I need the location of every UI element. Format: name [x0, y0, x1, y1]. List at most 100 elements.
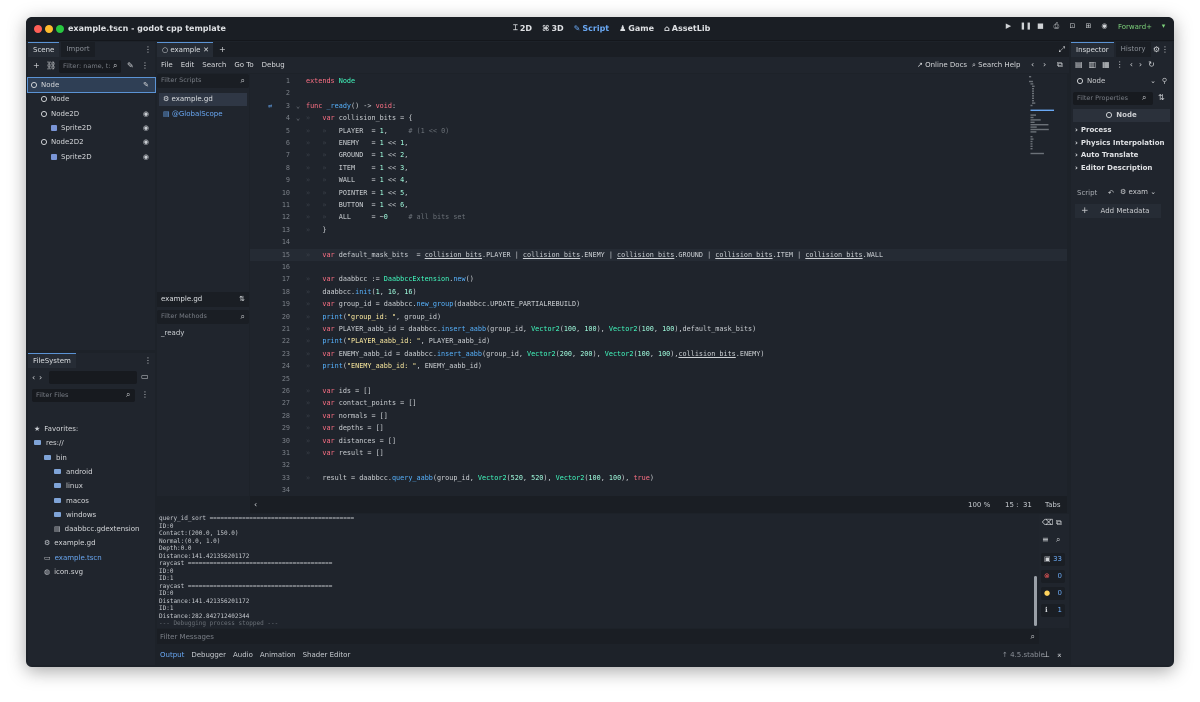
sort-icon[interactable]: ⇅ [239, 292, 245, 307]
path-field[interactable] [49, 371, 137, 384]
inspector-section[interactable]: › Editor Description [1075, 164, 1152, 172]
close-window-button[interactable] [34, 25, 42, 33]
info-count-badge[interactable]: ℹ1 [1041, 604, 1065, 617]
code-line[interactable]: 25 [250, 373, 1067, 385]
copy-icon[interactable]: ⧉ [1056, 518, 1062, 528]
tab-inspector[interactable]: Inspector [1071, 42, 1114, 57]
tab-audio[interactable]: Audio [233, 651, 253, 659]
play-custom-scene-icon[interactable]: ⊞ [1084, 22, 1093, 31]
scene-tree-item[interactable]: Node ✎ [27, 77, 156, 93]
pin-icon[interactable]: ⊥ [1043, 650, 1050, 659]
distraction-free-icon[interactable]: ⤢ [1059, 45, 1065, 55]
link-icon[interactable]: ⛓ [46, 61, 56, 70]
code-line[interactable]: 31 » var result = [] [250, 447, 1067, 459]
menu-go-to[interactable]: Go To [234, 61, 253, 69]
code-editor[interactable]: 1 extends Node 2 3 ⇄ ⌄ func _ready() -> void: 4… [250, 74, 1067, 496]
property-tools-icon[interactable]: ⇅ [1158, 93, 1165, 102]
stop-icon[interactable]: ■ [1036, 22, 1045, 31]
prev-script-icon[interactable]: ‹ [1031, 60, 1034, 69]
code-minimap[interactable] [1029, 76, 1059, 236]
code-line[interactable]: 16 [250, 261, 1067, 273]
scene-tree-item[interactable]: Sprite2D ◉ [28, 121, 155, 135]
code-line[interactable]: 17 » var daabbcc := DaabbccExtension.new(… [250, 273, 1067, 285]
code-line[interactable]: 21 » var PLAYER_aabb_id = daabbcc.insert_… [250, 323, 1067, 335]
file-tree-item[interactable]: res:// [28, 436, 155, 450]
tab-import[interactable]: Import [61, 42, 95, 57]
filter-scripts-input[interactable]: Filter Scripts [157, 74, 249, 88]
script-item-globalscope[interactable]: ▤ @GlobalScope [159, 108, 247, 121]
nav-forward-icon[interactable]: › [39, 373, 42, 382]
fold-arrow-icon[interactable]: ⌄ [296, 100, 300, 112]
node-options-icon[interactable]: ⚲ [1162, 75, 1167, 88]
menu-file[interactable]: File [161, 61, 173, 69]
visibility-eye-icon[interactable]: ◉ [143, 135, 149, 149]
play-scene-icon[interactable]: ⊡ [1068, 22, 1077, 31]
close-icon[interactable]: ✕ [203, 43, 209, 58]
file-tree-item[interactable]: linux [28, 479, 155, 493]
scene-tree-item[interactable]: Node [28, 92, 155, 106]
code-line[interactable]: 19 » var group_id = daabbcc.new_group(daa… [250, 298, 1067, 310]
file-tree-item[interactable]: macos [28, 494, 155, 508]
menu-search[interactable]: Search [202, 61, 226, 69]
code-line[interactable]: 33 » result = daabbcc.query_aabb(group_id… [250, 472, 1067, 484]
code-line[interactable]: 30 » var distances = [] [250, 435, 1067, 447]
minimize-window-button[interactable] [45, 25, 53, 33]
visibility-eye-icon[interactable]: ◉ [143, 121, 149, 135]
dock-menu-icon[interactable]: ⋮ [144, 356, 152, 365]
file-tree-item[interactable]: ★ Favorites: [28, 422, 155, 436]
method-item-ready[interactable]: _ready [161, 329, 184, 337]
scene-tree-item[interactable]: Node2D ◉ [28, 107, 155, 121]
file-tree-item[interactable]: ▤ daabbcc.gdextension [28, 522, 155, 536]
tab-output[interactable]: Output [160, 651, 184, 659]
float-icon[interactable]: ⧉ [1057, 60, 1063, 70]
code-line[interactable]: 29 » var depths = [] [250, 422, 1067, 434]
pause-icon[interactable]: ❚❚ [1020, 22, 1032, 31]
add-node-icon[interactable]: + [33, 61, 40, 70]
history-back-icon[interactable]: ‹ [1130, 60, 1133, 69]
code-line[interactable]: 12 » » ALL = ~0 # all bits set [250, 211, 1067, 223]
revert-icon[interactable]: ↶ [1108, 189, 1114, 197]
filter-messages-input[interactable]: Filter Messages [160, 633, 214, 641]
code-line[interactable]: 27 » var contact_points = [] [250, 397, 1067, 409]
file-tree-item[interactable]: ◍ icon.svg [28, 565, 155, 579]
code-line[interactable]: 34 [250, 484, 1067, 496]
filter-properties-input[interactable]: Filter Properties [1073, 92, 1153, 105]
error-count-badge[interactable]: ⊗ 0 [1041, 570, 1065, 583]
online-docs-button[interactable]: ↗ Online Docs [917, 61, 967, 69]
indent-mode[interactable]: Tabs [1045, 501, 1061, 509]
tab-debugger[interactable]: Debugger [191, 651, 226, 659]
output-scrollbar[interactable] [1034, 576, 1037, 626]
file-tree-item[interactable]: windows [28, 508, 155, 522]
tab-scene[interactable]: Scene [28, 42, 60, 57]
open-resource-icon[interactable]: ▥ [1089, 60, 1097, 69]
code-line[interactable]: 8 » » ITEM = 1 << 3, [250, 162, 1067, 174]
code-line[interactable]: 14 [250, 236, 1067, 248]
remote-debug-icon[interactable]: ⎙ [1052, 22, 1061, 31]
new-resource-icon[interactable]: ▤ [1075, 60, 1083, 69]
code-line[interactable]: 32 [250, 459, 1067, 471]
code-line[interactable]: 26 » var ids = [] [250, 385, 1067, 397]
mode-game-button[interactable]: ♟ Game [619, 23, 654, 33]
code-line[interactable]: 24 » print("ENEMY_aabb_id: ", ENEMY_aabb_… [250, 360, 1067, 372]
save-resource-icon[interactable]: ▦ [1102, 60, 1110, 69]
add-metadata-button[interactable]: + Add Metadata [1075, 204, 1161, 218]
inspector-section[interactable]: › Process [1075, 126, 1112, 134]
code-line[interactable]: 9 » » WALL = 1 << 4, [250, 174, 1067, 186]
code-line[interactable]: 3 ⇄ ⌄ func _ready() -> void: [250, 100, 1067, 112]
scene-filter-input[interactable]: Filter: name, t: [59, 60, 121, 73]
tab-shader-editor[interactable]: Shader Editor [303, 651, 351, 659]
node-selector[interactable]: Node ⌄ ⚲ [1073, 75, 1170, 88]
next-script-icon[interactable]: › [1043, 60, 1046, 69]
mode-assetlib-button[interactable]: ⌂ AssetLib [664, 23, 710, 33]
fold-arrow-icon[interactable]: ⌄ [296, 112, 300, 124]
script-icon[interactable]: ✎ [143, 78, 149, 92]
clear-output-icon[interactable]: ⌫ [1042, 518, 1053, 527]
code-line[interactable]: 18 » daabbcc.init(1, 16, 16) [250, 286, 1067, 298]
code-line[interactable]: 23 » var ENEMY_aabb_id = daabbcc.insert_a… [250, 348, 1067, 360]
warning-count-badge[interactable]: ● 0 [1041, 587, 1065, 600]
menu-edit[interactable]: Edit [181, 61, 195, 69]
code-line[interactable]: 10 » » POINTER = 1 << 5, [250, 187, 1067, 199]
resource-menu-icon[interactable]: ⋮ [1116, 60, 1124, 69]
script-resource-picker[interactable]: ⚙ exam ⌄ [1120, 188, 1156, 196]
add-tab-icon[interactable]: + [219, 45, 226, 54]
